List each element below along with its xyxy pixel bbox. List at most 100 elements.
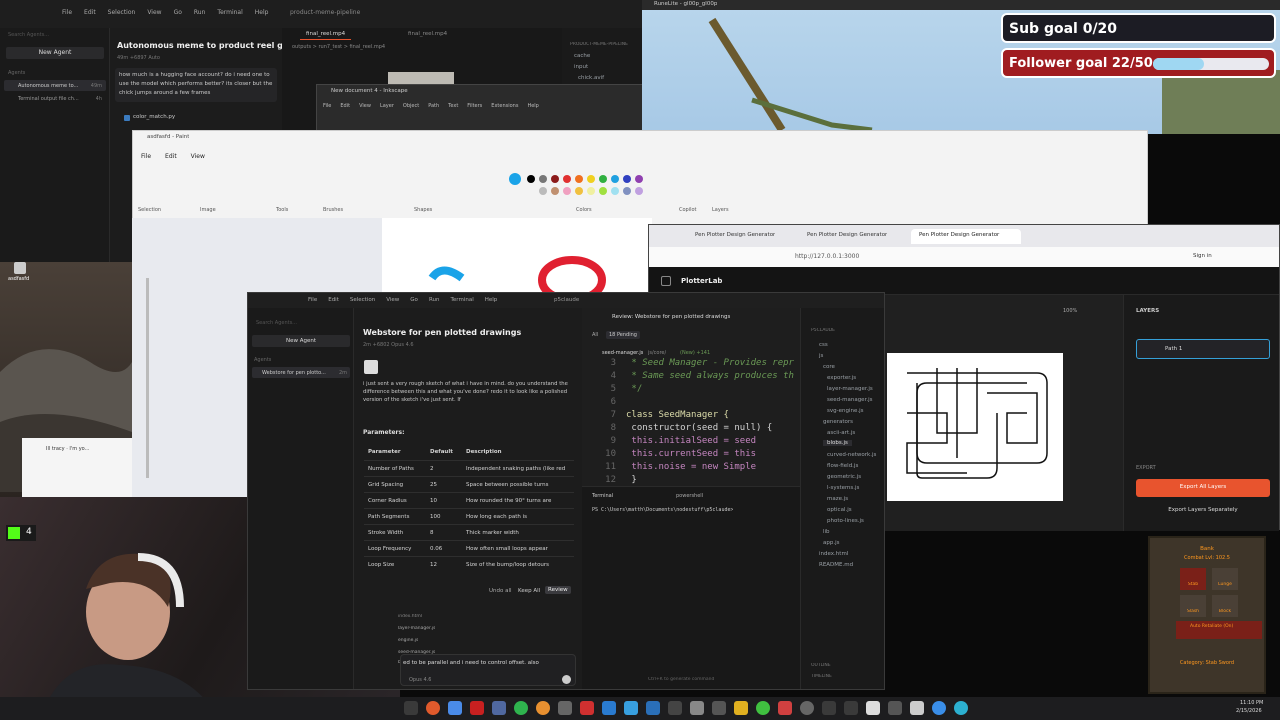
agent-search-input[interactable]: Search Agents... <box>8 32 102 38</box>
app-icon[interactable] <box>844 701 858 715</box>
cursor-agent-search[interactable]: Search Agents... <box>256 320 297 326</box>
menu-selection[interactable]: Selection <box>108 9 136 16</box>
inkscape-menu-path[interactable]: Path <box>428 103 439 109</box>
tree-file[interactable]: README.md <box>819 562 853 568</box>
terminal-label[interactable]: Terminal <box>592 493 613 499</box>
editor-tab-active[interactable]: final_reel.mp4 <box>300 28 352 40</box>
tree-file[interactable]: photo-lines.js <box>827 518 864 524</box>
cursor-menu-view[interactable]: View <box>386 297 399 303</box>
app-icon[interactable] <box>492 701 506 715</box>
inkscape-menu-object[interactable]: Object <box>403 103 419 109</box>
paint-menu-view[interactable]: View <box>191 153 205 160</box>
app-icon[interactable] <box>580 701 594 715</box>
app-icon[interactable] <box>646 701 660 715</box>
cursor-menu-file[interactable]: File <box>308 297 317 303</box>
menu-terminal[interactable]: Terminal <box>217 9 242 16</box>
app-icon[interactable] <box>602 701 616 715</box>
review-tab[interactable]: Review: Webstore for pen plotted drawing… <box>612 314 730 320</box>
cursor-menu-edit[interactable]: Edit <box>328 297 339 303</box>
app-icon[interactable] <box>888 701 902 715</box>
tree-file[interactable]: curved-network.js <box>827 452 876 458</box>
tree-file[interactable]: flow-field.js <box>827 463 858 469</box>
app-icon[interactable] <box>800 701 814 715</box>
color-swatch[interactable] <box>509 173 521 185</box>
timeline-section[interactable]: TIMELINE <box>811 674 832 679</box>
tree-file[interactable]: layer-manager.js <box>827 386 873 392</box>
color-swatch[interactable] <box>575 175 583 183</box>
style-block[interactable]: Block <box>1212 595 1238 617</box>
desktop-icon[interactable]: asdfasfd <box>6 262 36 288</box>
app-icon[interactable] <box>712 701 726 715</box>
review-button[interactable]: Review <box>545 586 571 594</box>
cursor-agent-item[interactable]: Webstore for pen plotto... 2m <box>252 367 350 378</box>
color-swatch[interactable] <box>563 175 571 183</box>
tree-file-active[interactable]: blobs.js <box>823 440 852 446</box>
app-icon[interactable] <box>536 701 550 715</box>
editor-tab[interactable]: final_reel.mp4 <box>402 28 453 40</box>
paint-menu-file[interactable]: File <box>141 153 151 160</box>
style-stab[interactable]: Stab <box>1180 568 1206 590</box>
inkscape-menu-layer[interactable]: Layer <box>380 103 394 109</box>
mini-browser-tab[interactable]: Ill tracy · I'm yo... <box>46 446 89 452</box>
app-icon[interactable] <box>470 701 484 715</box>
app-icon[interactable] <box>778 701 792 715</box>
outline-section[interactable]: OUTLINE <box>811 663 831 668</box>
color-swatch[interactable] <box>635 175 643 183</box>
tree-folder-lib[interactable]: lib <box>823 529 830 535</box>
undo-all-button[interactable]: Undo all <box>489 588 512 594</box>
inkscape-menu-extensions[interactable]: Extensions <box>491 103 518 109</box>
attached-image-icon[interactable] <box>364 360 378 374</box>
zoom-slider[interactable] <box>146 278 149 478</box>
export-all-button[interactable]: Export All Layers <box>1136 479 1270 497</box>
terminal-shell[interactable]: powershell <box>676 493 703 499</box>
app-icon[interactable] <box>668 701 682 715</box>
color-swatch[interactable] <box>623 175 631 183</box>
color-swatch[interactable] <box>551 187 559 195</box>
signin-button[interactable]: Sign in <box>1193 253 1212 259</box>
tree-folder-generators[interactable]: generators <box>823 419 853 425</box>
tree-file[interactable]: app.js <box>823 540 840 546</box>
cursor-menu-go[interactable]: Go <box>410 297 418 303</box>
address-bar[interactable]: http://127.0.0.1:3000 <box>795 253 859 260</box>
color-swatch[interactable] <box>635 187 643 195</box>
tree-folder-core[interactable]: core <box>823 364 835 370</box>
terminal-prompt[interactable]: PS C:\Users\matth\Documents\nodestuff\p5… <box>592 507 733 513</box>
review-all[interactable]: All <box>592 332 598 338</box>
tree-file[interactable]: l-systems.js <box>827 485 859 491</box>
app-icon[interactable] <box>910 701 924 715</box>
tree-file[interactable]: maze.js <box>827 496 848 502</box>
app-icon[interactable] <box>756 701 770 715</box>
style-lunge[interactable]: Lunge <box>1212 568 1238 590</box>
file-chip[interactable]: color_match.py <box>124 113 214 123</box>
color-swatch[interactable] <box>563 187 571 195</box>
app-icon[interactable] <box>404 701 418 715</box>
menu-go[interactable]: Go <box>174 9 182 16</box>
tree-file[interactable]: seed-manager.js <box>827 397 872 403</box>
color-swatch[interactable] <box>539 175 547 183</box>
color-swatch[interactable] <box>611 187 619 195</box>
color-swatch[interactable] <box>527 175 535 183</box>
app-icon[interactable] <box>514 701 528 715</box>
style-slash[interactable]: Slash <box>1180 595 1206 617</box>
tree-file[interactable]: ascii-art.js <box>827 430 855 436</box>
inkscape-menu-file[interactable]: File <box>323 103 331 109</box>
color-swatch[interactable] <box>611 175 619 183</box>
app-icon[interactable] <box>558 701 572 715</box>
tree-file[interactable]: exporter.js <box>827 375 856 381</box>
export-separate-button[interactable]: Export Layers Separately <box>1136 503 1270 519</box>
app-icon[interactable] <box>690 701 704 715</box>
tree-item-input[interactable]: input <box>574 64 588 70</box>
inkscape-menu-view[interactable]: View <box>359 103 371 109</box>
tree-file[interactable]: index.html <box>819 551 848 557</box>
cursor-menu-selection[interactable]: Selection <box>350 297 375 303</box>
changed-file[interactable]: index.html <box>398 614 422 619</box>
inkscape-menu-help[interactable]: Help <box>527 103 538 109</box>
agent-item-active[interactable]: Autonomous meme to... 49m <box>4 80 106 91</box>
chat-input[interactable]: ed to be parallel and i need to control … <box>400 654 576 686</box>
color-swatch[interactable] <box>587 187 595 195</box>
app-icon[interactable] <box>822 701 836 715</box>
tree-item-cache[interactable]: cache <box>574 53 590 59</box>
browser-tab-active[interactable]: Pen Plotter Design Generator <box>911 229 1021 244</box>
color-swatch[interactable] <box>599 187 607 195</box>
color-swatch[interactable] <box>599 175 607 183</box>
